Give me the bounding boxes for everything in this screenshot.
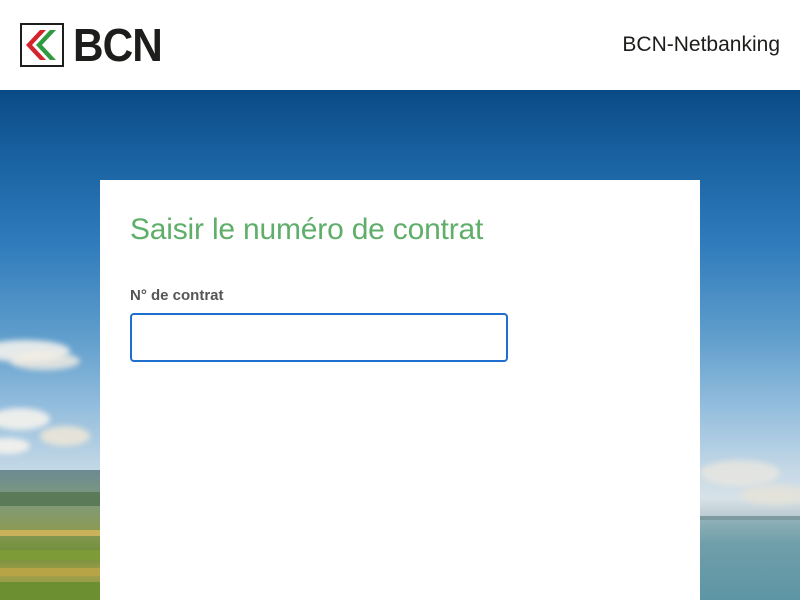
app-name: BCN-Netbanking xyxy=(622,33,780,56)
logo-text: BCN xyxy=(73,19,163,71)
bcn-chevron-logo-icon xyxy=(20,23,64,67)
contract-number-label: N° de contrat xyxy=(130,287,224,304)
page-title: Saisir le numéro de contrat xyxy=(130,213,484,246)
login-card: Saisir le numéro de contrat N° de contra… xyxy=(100,180,700,600)
contract-number-input[interactable] xyxy=(130,313,508,362)
bcn-logo[interactable]: BCN xyxy=(20,19,170,71)
header: BCN BCN-Netbanking xyxy=(0,0,800,90)
